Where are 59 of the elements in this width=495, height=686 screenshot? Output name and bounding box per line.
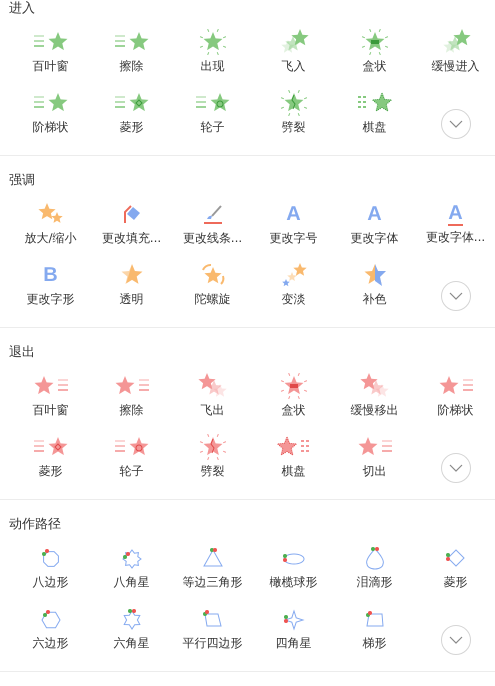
effect-label[interactable]: 八角星 <box>114 574 150 590</box>
effect-label[interactable]: 菱形 <box>120 119 144 135</box>
section-title: 进入 <box>8 0 36 18</box>
effect-label[interactable]: 等边三角形 <box>182 574 242 590</box>
font-icon: B <box>43 262 58 288</box>
effect-label[interactable]: 百叶窗 <box>32 58 68 74</box>
effect-label[interactable]: 橄榄球形 <box>270 574 318 590</box>
chevron-down-icon <box>448 118 464 128</box>
effect-label[interactable]: 八边形 <box>32 574 68 590</box>
effect-label[interactable]: 棋盘 <box>282 463 306 479</box>
effect-label[interactable]: 棋盘 <box>362 119 386 135</box>
effect-label[interactable]: 轮子 <box>200 119 224 135</box>
effect-label[interactable]: 透明 <box>120 291 144 307</box>
effect-label[interactable]: 陀螺旋 <box>194 291 230 307</box>
effect-label[interactable]: 六角星 <box>114 635 150 651</box>
effect-label[interactable]: 劈裂 <box>200 463 224 479</box>
effect-label[interactable]: 变淡 <box>282 291 306 307</box>
effect-label[interactable]: 阶梯状 <box>32 119 68 135</box>
chevron-down-icon <box>448 290 464 300</box>
expand-button[interactable] <box>440 452 470 482</box>
expand-button[interactable] <box>440 624 470 654</box>
section-title: 退出 <box>8 344 36 362</box>
effect-label[interactable]: 劈裂 <box>282 119 306 135</box>
effect-label[interactable]: 切出 <box>362 463 386 479</box>
chevron-down-icon <box>448 634 464 644</box>
expand-button[interactable] <box>440 280 470 310</box>
effect-label[interactable]: 缓慢移出 <box>350 402 398 418</box>
effect-label[interactable]: 飞入 <box>282 58 306 74</box>
effect-label[interactable]: 更改字体 <box>350 230 398 246</box>
effect-label[interactable]: 菱形 <box>38 463 62 479</box>
effect-label[interactable]: 四角星 <box>276 635 312 651</box>
effect-label[interactable]: 六边形 <box>32 635 68 651</box>
effect-label[interactable]: 飞出 <box>200 402 224 418</box>
effect-label[interactable]: 菱形 <box>444 574 468 590</box>
effect-label[interactable]: 轮子 <box>120 463 144 479</box>
expand-button[interactable] <box>440 108 470 138</box>
effect-label[interactable]: 更改填充... <box>102 230 162 246</box>
effect-label[interactable]: 泪滴形 <box>356 574 392 590</box>
effect-label[interactable]: 补色 <box>362 291 386 307</box>
effect-label[interactable]: 放大/缩小 <box>24 230 77 246</box>
effect-label[interactable]: 盒状 <box>362 58 386 74</box>
effect-label[interactable]: 平行四边形 <box>182 635 242 651</box>
effect-label[interactable]: 梯形 <box>362 635 386 651</box>
effect-label[interactable]: 擦除 <box>120 58 144 74</box>
effect-label[interactable]: 更改线条... <box>182 230 242 246</box>
effect-label[interactable]: 百叶窗 <box>32 402 68 418</box>
effect-label[interactable]: 出现 <box>200 58 224 74</box>
effect-label[interactable]: 缓慢进入 <box>432 58 480 74</box>
effect-label[interactable]: 更改字体... <box>426 229 486 245</box>
effect-label[interactable]: 更改字号 <box>270 230 318 246</box>
effect-label[interactable]: 阶梯状 <box>438 402 474 418</box>
effect-label[interactable]: 更改字形 <box>26 291 74 307</box>
section-title: 动作路径 <box>8 516 62 534</box>
section-title: 强调 <box>8 172 36 190</box>
chevron-down-icon <box>448 462 464 472</box>
effect-label[interactable]: 盒状 <box>282 402 306 418</box>
font-icon: A <box>367 201 382 227</box>
font-size-icon: A <box>286 201 301 227</box>
effect-label[interactable]: 擦除 <box>120 402 144 418</box>
